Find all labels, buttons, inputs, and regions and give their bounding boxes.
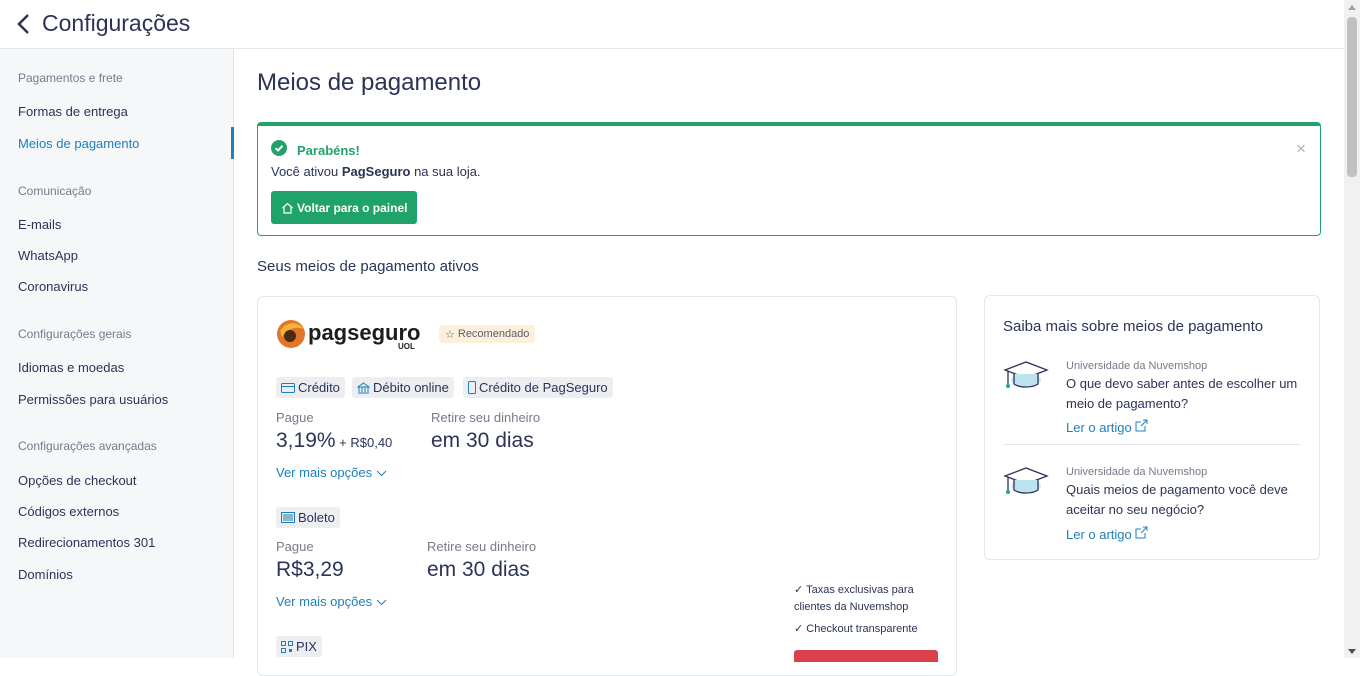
top-bar: Configurações (0, 0, 1344, 49)
scrollbar-thumb[interactable] (1347, 17, 1357, 177)
boleto-pay-value: R$3,29 (276, 558, 344, 581)
alert-title: Parabéns! (297, 143, 360, 158)
sidebar-heading-payments: Pagamentos e frete (18, 71, 123, 85)
learn-more-panel: Saiba mais sobre meios de pagamento Univ… (984, 295, 1320, 560)
active-indicator (231, 127, 234, 159)
external-link-icon (1135, 419, 1148, 432)
recommended-badge: ☆ Recomendado (439, 325, 536, 343)
star-icon: ☆ (445, 328, 455, 341)
home-icon (282, 202, 293, 214)
boleto-withdraw-value: em 30 dias (427, 558, 530, 581)
learn-more-title: Saiba mais sobre meios de pagamento (1003, 318, 1264, 335)
read-article-link[interactable]: Ler o artigo (1066, 419, 1148, 435)
pagseguro-logo: pagseguro UOL (276, 317, 421, 351)
scroll-down-arrow[interactable] (1348, 649, 1356, 654)
graduation-cap-icon (1003, 361, 1049, 388)
alert-message: Você ativou PagSeguro na sua loja. (271, 164, 481, 179)
read-article-link[interactable]: Ler o artigo (1066, 526, 1148, 542)
sidebar-item-checkout-options[interactable]: Opções de checkout (18, 473, 137, 488)
svg-text:UOL: UOL (398, 342, 415, 351)
page-scrollbar[interactable] (1344, 0, 1360, 658)
divider (1003, 444, 1301, 445)
back-to-dashboard-label: Voltar para o painel (297, 200, 408, 215)
method-chip-debit-online: Débito online (352, 377, 454, 398)
phone-icon (468, 381, 476, 394)
barcode-icon (281, 512, 295, 523)
more-options-link[interactable]: Ver mais opções (276, 465, 387, 480)
sidebar-heading-advanced: Configurações avançadas (18, 439, 157, 453)
card-withdraw-value: em 30 dias (431, 429, 534, 452)
scroll-up-arrow[interactable] (1348, 5, 1356, 10)
method-label: Crédito (298, 380, 340, 395)
card-pay-label: Pague (276, 410, 314, 425)
chevron-left-icon[interactable] (14, 12, 34, 36)
qr-code-icon (281, 640, 293, 653)
chevron-down-icon (376, 470, 387, 477)
success-alert: Parabéns! Você ativou PagSeguro na sua l… (257, 122, 1321, 236)
close-icon[interactable]: × (1296, 139, 1306, 159)
sidebar-item-coronavirus[interactable]: Coronavirus (18, 279, 88, 294)
sidebar: Pagamentos e frete Formas de entrega Mei… (0, 49, 234, 658)
article-source: Universidade da Nuvemshop (1066, 466, 1208, 478)
bank-icon (357, 381, 370, 393)
method-label: Boleto (298, 510, 335, 525)
sidebar-item-whatsapp[interactable]: WhatsApp (18, 248, 78, 263)
method-label: PIX (296, 639, 317, 654)
article-question[interactable]: Quais meios de pagamento você deve aceita… (1066, 480, 1306, 520)
article-source: Universidade da Nuvemshop (1066, 360, 1208, 372)
feature-exclusive-fees: ✓ Taxas exclusivas para clientes da Nuvem… (794, 584, 914, 613)
sidebar-item-languages[interactable]: Idiomas e moedas (18, 360, 124, 375)
disable-button[interactable] (794, 650, 938, 662)
chevron-down-icon (376, 599, 387, 606)
graduation-cap-icon (1003, 467, 1049, 494)
method-chip-pix: PIX (276, 636, 322, 657)
article-question[interactable]: O que devo saber antes de escolher um mei… (1066, 374, 1306, 414)
page-header-title: Configurações (42, 10, 191, 36)
sidebar-item-redirects[interactable]: Redirecionamentos 301 (18, 535, 155, 550)
method-chip-pagseguro-credit: Crédito de PagSeguro (463, 377, 613, 398)
boleto-withdraw-label: Retire seu dinheiro (427, 539, 537, 554)
sidebar-item-external-codes[interactable]: Códigos externos (18, 504, 119, 519)
method-label: Débito online (373, 380, 449, 395)
method-chip-boleto: Boleto (276, 507, 340, 528)
card-pay-value: 3,19% + R$0,40 (276, 429, 393, 452)
sidebar-heading-communication: Comunicação (18, 184, 92, 198)
sidebar-item-payment-methods[interactable]: Meios de pagamento (18, 136, 139, 151)
recommended-label: Recomendado (457, 328, 530, 340)
page-title: Meios de pagamento (257, 69, 482, 96)
more-options-link-2[interactable]: Ver mais opções (276, 594, 387, 609)
boleto-pay-label: Pague (276, 539, 314, 554)
sidebar-item-domains[interactable]: Domínios (18, 567, 73, 582)
external-link-icon (1135, 526, 1148, 539)
sidebar-item-permissions[interactable]: Permissões para usuários (18, 392, 168, 407)
pagseguro-card: pagseguro UOL ☆ Recomendado Crédito Débi… (257, 296, 957, 676)
sidebar-item-shipping[interactable]: Formas de entrega (18, 104, 128, 119)
method-label: Crédito de PagSeguro (479, 380, 608, 395)
sidebar-item-emails[interactable]: E-mails (18, 217, 61, 232)
back-to-dashboard-button[interactable]: Voltar para o painel (271, 191, 417, 224)
method-chip-credit: Crédito (276, 377, 345, 398)
card-withdraw-label: Retire seu dinheiro (431, 410, 541, 425)
check-icon: ✓ (794, 584, 807, 596)
feature-transparent-checkout: ✓ Checkout transparente (794, 623, 918, 635)
active-methods-heading: Seus meios de pagamento ativos (257, 258, 479, 275)
check-circle-icon (271, 140, 287, 156)
main-content: Meios de pagamento Parabéns! Você ativou… (235, 49, 1343, 676)
credit-card-icon (281, 382, 295, 393)
check-icon: ✓ (794, 623, 807, 635)
sidebar-heading-general: Configurações gerais (18, 327, 132, 341)
